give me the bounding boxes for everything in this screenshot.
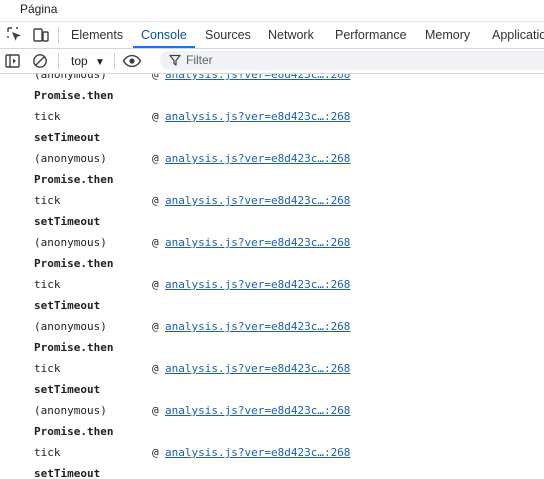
async-boundary-label: setTimeout	[34, 215, 101, 228]
at-symbol: @	[152, 194, 159, 207]
async-boundary-label: setTimeout	[34, 299, 101, 312]
tab-application[interactable]: Applicatio	[492, 22, 544, 48]
stack-frame-row: tick @ analysis.js?ver=e8d423c…:268	[0, 190, 544, 211]
function-name: (anonymous)	[34, 236, 107, 249]
console-messages: (anonymous) @ analysis.js?ver=e8d423c…:268…	[0, 74, 544, 479]
at-symbol: @	[152, 362, 159, 375]
source-link[interactable]: analysis.js?ver=e8d423c…:268	[165, 194, 350, 207]
source-link[interactable]: analysis.js?ver=e8d423c…:268	[165, 278, 350, 291]
source-link[interactable]: analysis.js?ver=e8d423c…:268	[165, 320, 350, 333]
tab-elements[interactable]: Elements	[71, 22, 123, 48]
tab-performance[interactable]: Performance	[335, 22, 407, 48]
function-name: (anonymous)	[34, 404, 107, 417]
async-boundary-label: Promise.then	[34, 425, 114, 438]
function-name: tick	[34, 278, 61, 291]
toolbar-divider-2	[114, 53, 115, 69]
at-symbol: @	[152, 278, 159, 291]
tab-network[interactable]: Network	[268, 22, 314, 48]
async-boundary-label: Promise.then	[34, 173, 114, 186]
stack-frame-row: tick @ analysis.js?ver=e8d423c…:268	[0, 106, 544, 127]
at-symbol: @	[152, 74, 159, 81]
context-value: top	[71, 54, 88, 68]
stack-frame-row: Promise.then	[0, 253, 544, 274]
source-link[interactable]: analysis.js?ver=e8d423c…:268	[165, 74, 350, 81]
clear-console-icon[interactable]	[31, 52, 49, 70]
tab-memory[interactable]: Memory	[425, 22, 470, 48]
at-symbol: @	[152, 110, 159, 123]
tab-console[interactable]: Console	[133, 22, 195, 48]
source-link[interactable]: analysis.js?ver=e8d423c…:268	[165, 404, 350, 417]
function-name: (anonymous)	[34, 320, 107, 333]
at-symbol: @	[152, 404, 159, 417]
stack-frame-row: (anonymous) @ analysis.js?ver=e8d423c…:268	[0, 400, 544, 421]
source-link[interactable]: analysis.js?ver=e8d423c…:268	[165, 446, 350, 459]
stack-frame-row: tick @ analysis.js?ver=e8d423c…:268	[0, 358, 544, 379]
async-boundary-label: setTimeout	[34, 467, 101, 479]
function-name: (anonymous)	[34, 152, 107, 165]
toolbar-divider	[58, 53, 59, 69]
context-selector[interactable]: top ▼	[71, 49, 105, 73]
stack-frame-row: setTimeout	[0, 127, 544, 148]
function-name: tick	[34, 110, 61, 123]
stack-frame-row: setTimeout	[0, 211, 544, 232]
at-symbol: @	[152, 236, 159, 249]
async-boundary-label: setTimeout	[34, 131, 101, 144]
stack-frame-row: setTimeout	[0, 463, 544, 479]
stack-frame-row: Promise.then	[0, 169, 544, 190]
stack-frame-row: (anonymous) @ analysis.js?ver=e8d423c…:268	[0, 148, 544, 169]
stack-frame-row: Promise.then	[0, 85, 544, 106]
source-link[interactable]: analysis.js?ver=e8d423c…:268	[165, 110, 350, 123]
tab-sources[interactable]: Sources	[205, 22, 251, 48]
window-title: Página	[20, 2, 58, 16]
chevron-down-icon: ▼	[95, 57, 105, 68]
async-boundary-label: Promise.then	[34, 257, 114, 270]
tab-divider	[58, 27, 59, 43]
devtools-tab-bar: Elements Console Sources Network Perform…	[0, 22, 544, 49]
sidebar-toggle-icon[interactable]	[4, 52, 22, 70]
at-symbol: @	[152, 446, 159, 459]
source-link[interactable]: analysis.js?ver=e8d423c…:268	[165, 362, 350, 375]
inspect-element-icon[interactable]	[6, 26, 24, 44]
stack-frame-row: Promise.then	[0, 421, 544, 442]
function-name: (anonymous)	[34, 74, 107, 81]
filter-input[interactable]: Filter	[160, 51, 544, 70]
async-boundary-label: setTimeout	[34, 383, 101, 396]
stack-frame-row: setTimeout	[0, 379, 544, 400]
stack-frame-row: setTimeout	[0, 295, 544, 316]
stack-frame-row: tick @ analysis.js?ver=e8d423c…:268	[0, 442, 544, 463]
at-symbol: @	[152, 320, 159, 333]
function-name: tick	[34, 362, 61, 375]
function-name: tick	[34, 194, 61, 207]
source-link[interactable]: analysis.js?ver=e8d423c…:268	[165, 236, 350, 249]
device-toolbar-icon[interactable]	[32, 26, 50, 44]
stack-frame-row: (anonymous) @ analysis.js?ver=e8d423c…:268	[0, 232, 544, 253]
filter-placeholder: Filter	[186, 53, 213, 67]
stack-frame-row: (anonymous) @ analysis.js?ver=e8d423c…:268	[0, 74, 544, 85]
async-boundary-label: Promise.then	[34, 341, 114, 354]
async-boundary-label: Promise.then	[34, 89, 114, 102]
live-expression-eye-icon[interactable]	[122, 52, 142, 70]
function-name: tick	[34, 446, 61, 459]
source-link[interactable]: analysis.js?ver=e8d423c…:268	[165, 152, 350, 165]
window-title-bar: Página	[0, 0, 544, 22]
stack-frame-row: Promise.then	[0, 337, 544, 358]
console-toolbar: top ▼ Filter	[0, 49, 544, 74]
stack-frame-row: (anonymous) @ analysis.js?ver=e8d423c…:268	[0, 316, 544, 337]
filter-icon	[169, 54, 181, 72]
stack-frame-row: tick @ analysis.js?ver=e8d423c…:268	[0, 274, 544, 295]
at-symbol: @	[152, 152, 159, 165]
